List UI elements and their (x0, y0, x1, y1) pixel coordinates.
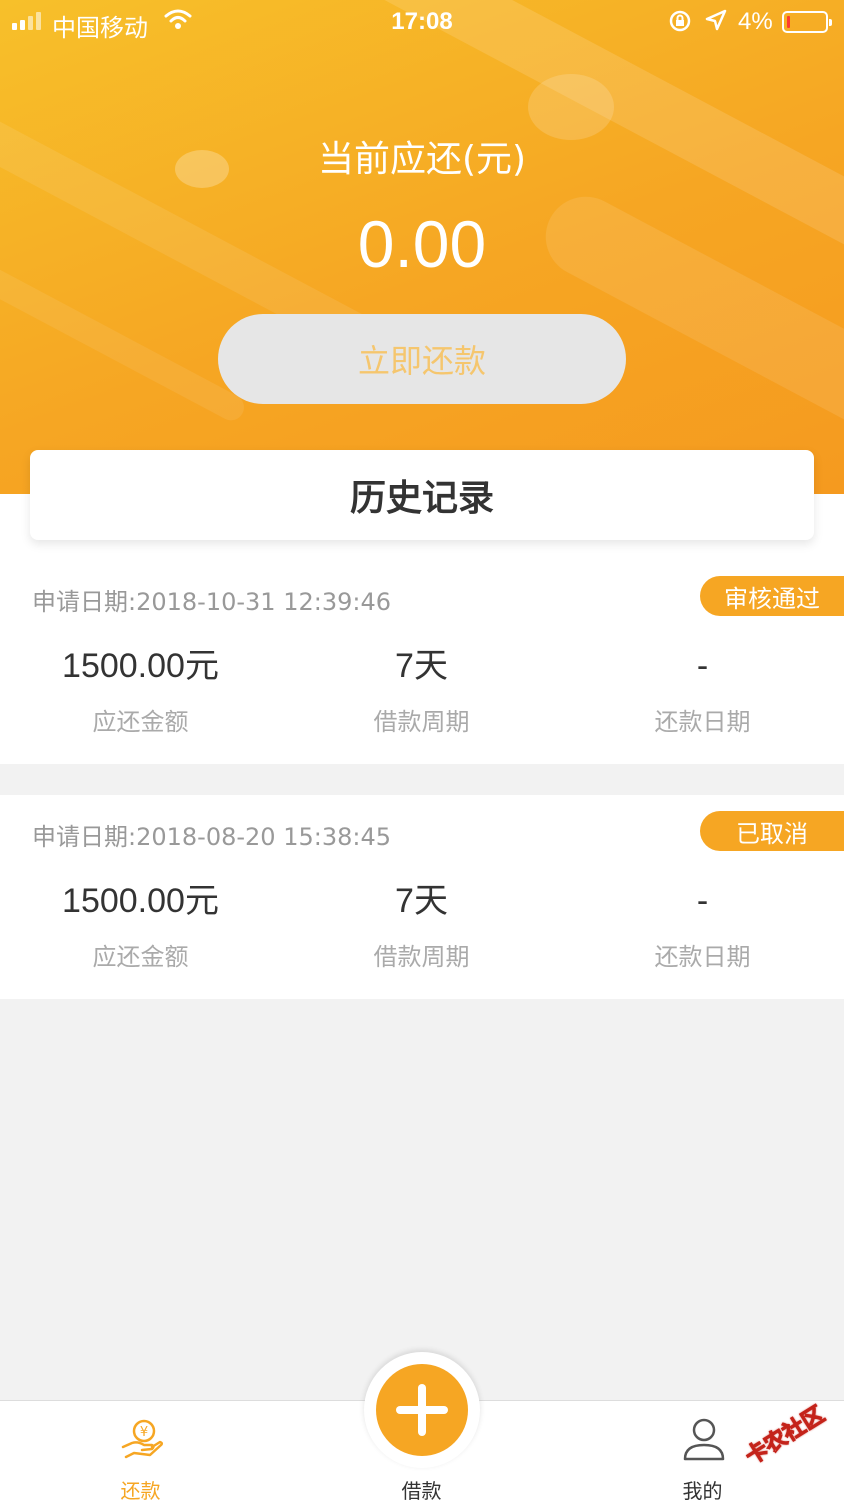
status-badge: 已取消 (700, 811, 844, 851)
loan-period-label: 借款周期 (373, 708, 470, 736)
amount-due-column: 1500.00元 应还金额 (0, 879, 281, 972)
tab-repay-label: 还款 (120, 1479, 161, 1500)
svg-text:¥: ¥ (140, 1425, 148, 1440)
repay-date-value: - (696, 882, 709, 920)
current-due-amount: 0.00 (357, 207, 487, 281)
loan-period-label: 借款周期 (373, 943, 470, 971)
history-record[interactable]: 申请日期:2018-08-20 15:38:45 已取消 1500.00元 应还… (0, 795, 844, 999)
repay-now-button[interactable]: 立即还款 (218, 314, 626, 404)
tab-repay[interactable]: ¥ 还款 (0, 1401, 281, 1500)
status-badge: 审核通过 (700, 576, 844, 616)
user-icon (683, 1418, 725, 1461)
amount-due-value: 1500.00元 (62, 647, 219, 685)
battery-icon (782, 11, 832, 33)
repay-hand-yen-icon: ¥ (121, 1419, 164, 1459)
amount-due-label: 应还金额 (92, 943, 189, 971)
amount-due-label: 应还金额 (92, 708, 189, 736)
loan-period-value: 7天 (395, 882, 448, 920)
apply-date: 申请日期:2018-08-20 15:38:45 (32, 823, 391, 851)
repay-date-label: 还款日期 (654, 943, 751, 971)
plus-icon[interactable] (376, 1364, 468, 1456)
amount-due-column: 1500.00元 应还金额 (0, 644, 281, 737)
rotation-lock-icon (668, 9, 692, 40)
tab-borrow-label: 借款 (401, 1479, 442, 1500)
repay-date-value: - (696, 647, 709, 685)
battery-percentage: 4% (738, 8, 773, 35)
history-title: 历史记录 (30, 450, 814, 540)
loan-period-column: 7天 借款周期 (281, 644, 562, 737)
repay-date-column: - 还款日期 (562, 879, 843, 972)
tab-mine-label: 我的 (682, 1479, 723, 1500)
loan-period-column: 7天 借款周期 (281, 879, 562, 972)
location-arrow-icon (705, 9, 727, 38)
loan-period-value: 7天 (395, 647, 448, 685)
status-bar: 中国移动 17:08 4% (0, 0, 844, 44)
current-due-label: 当前应还(元) (317, 139, 527, 180)
hero-banner: 当前应还(元) 0.00 (0, 0, 844, 494)
history-record[interactable]: 申请日期:2018-10-31 12:39:46 审核通过 1500.00元 应… (0, 560, 844, 764)
amount-due-value: 1500.00元 (62, 882, 219, 920)
repay-date-column: - 还款日期 (562, 644, 843, 737)
apply-date: 申请日期:2018-10-31 12:39:46 (32, 588, 391, 616)
hero-decoration (0, 261, 249, 425)
repay-date-label: 还款日期 (654, 708, 751, 736)
